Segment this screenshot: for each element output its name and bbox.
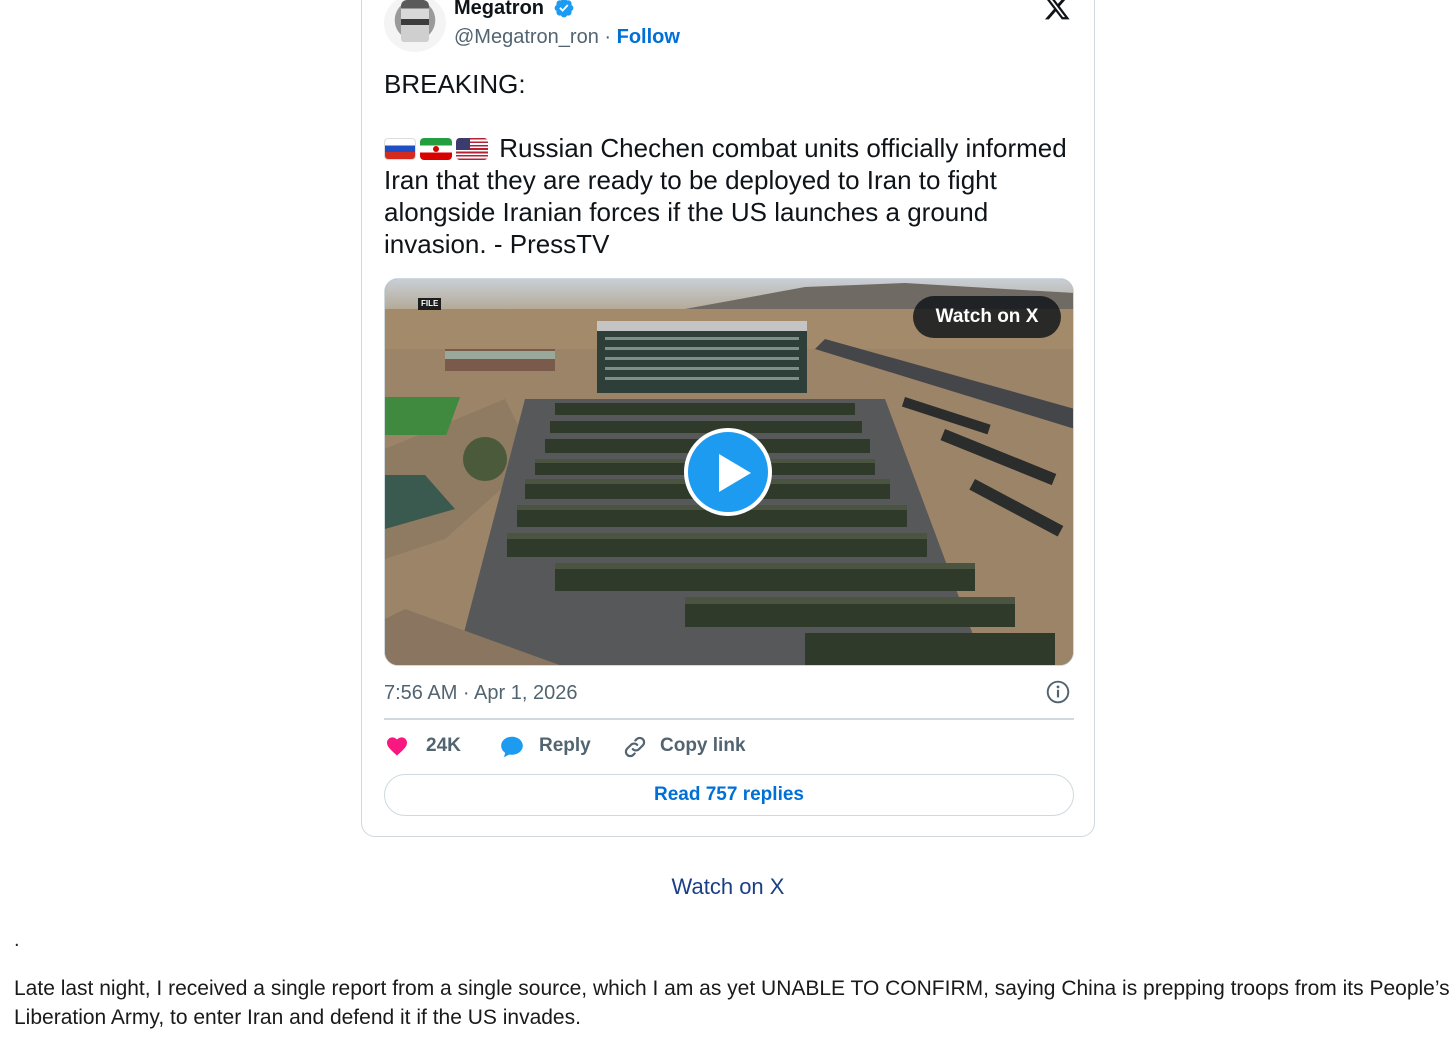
avatar-figure — [401, 0, 429, 42]
verified-badge-icon — [554, 0, 574, 18]
handle-separator: · — [598, 26, 617, 48]
page: Megatron @Megatron_ron · Follow BREAKING… — [0, 0, 1456, 1040]
heart-icon — [387, 737, 407, 756]
flag-ir-icon — [420, 138, 452, 160]
like-button[interactable]: 24K — [384, 730, 474, 762]
reply-label: Reply — [539, 735, 591, 756]
reply-button[interactable]: Reply — [498, 730, 598, 762]
follow-link[interactable]: Follow — [617, 26, 680, 48]
author-handle-row: @Megatron_ron · Follow — [454, 24, 680, 50]
tweet-text: BREAKING: Russian Chechen combat units o… — [384, 68, 1074, 260]
author-handle[interactable]: @Megatron_ron — [454, 26, 599, 48]
file-tag: FILE — [418, 298, 442, 310]
divider — [384, 718, 1074, 720]
watch-on-x-link[interactable]: Watch on X — [0, 872, 1456, 902]
tweet-lead: BREAKING: — [384, 69, 526, 99]
read-replies-button[interactable]: Read 757 replies — [384, 774, 1074, 816]
copy-link-button[interactable]: Copy link — [622, 730, 752, 762]
info-icon[interactable] — [1045, 679, 1071, 705]
speech-bubble-icon — [501, 736, 523, 758]
watch-on-x-badge[interactable]: Watch on X — [913, 296, 1061, 338]
flag-us-icon — [456, 138, 488, 160]
article-paragraph: Late last night, I received a single rep… — [14, 977, 1450, 1029]
likes-count: 24K — [426, 735, 461, 756]
link-icon — [624, 736, 646, 758]
separator-dot: . — [14, 929, 20, 951]
flag-ru-icon — [384, 138, 416, 160]
author-name[interactable]: Megatron — [454, 0, 544, 22]
x-logo-icon[interactable] — [1041, 0, 1073, 22]
play-button[interactable] — [684, 428, 772, 516]
copy-link-label: Copy link — [660, 735, 746, 756]
tweet-timestamp[interactable]: 7:56 AM · Apr 1, 2026 — [384, 680, 577, 706]
